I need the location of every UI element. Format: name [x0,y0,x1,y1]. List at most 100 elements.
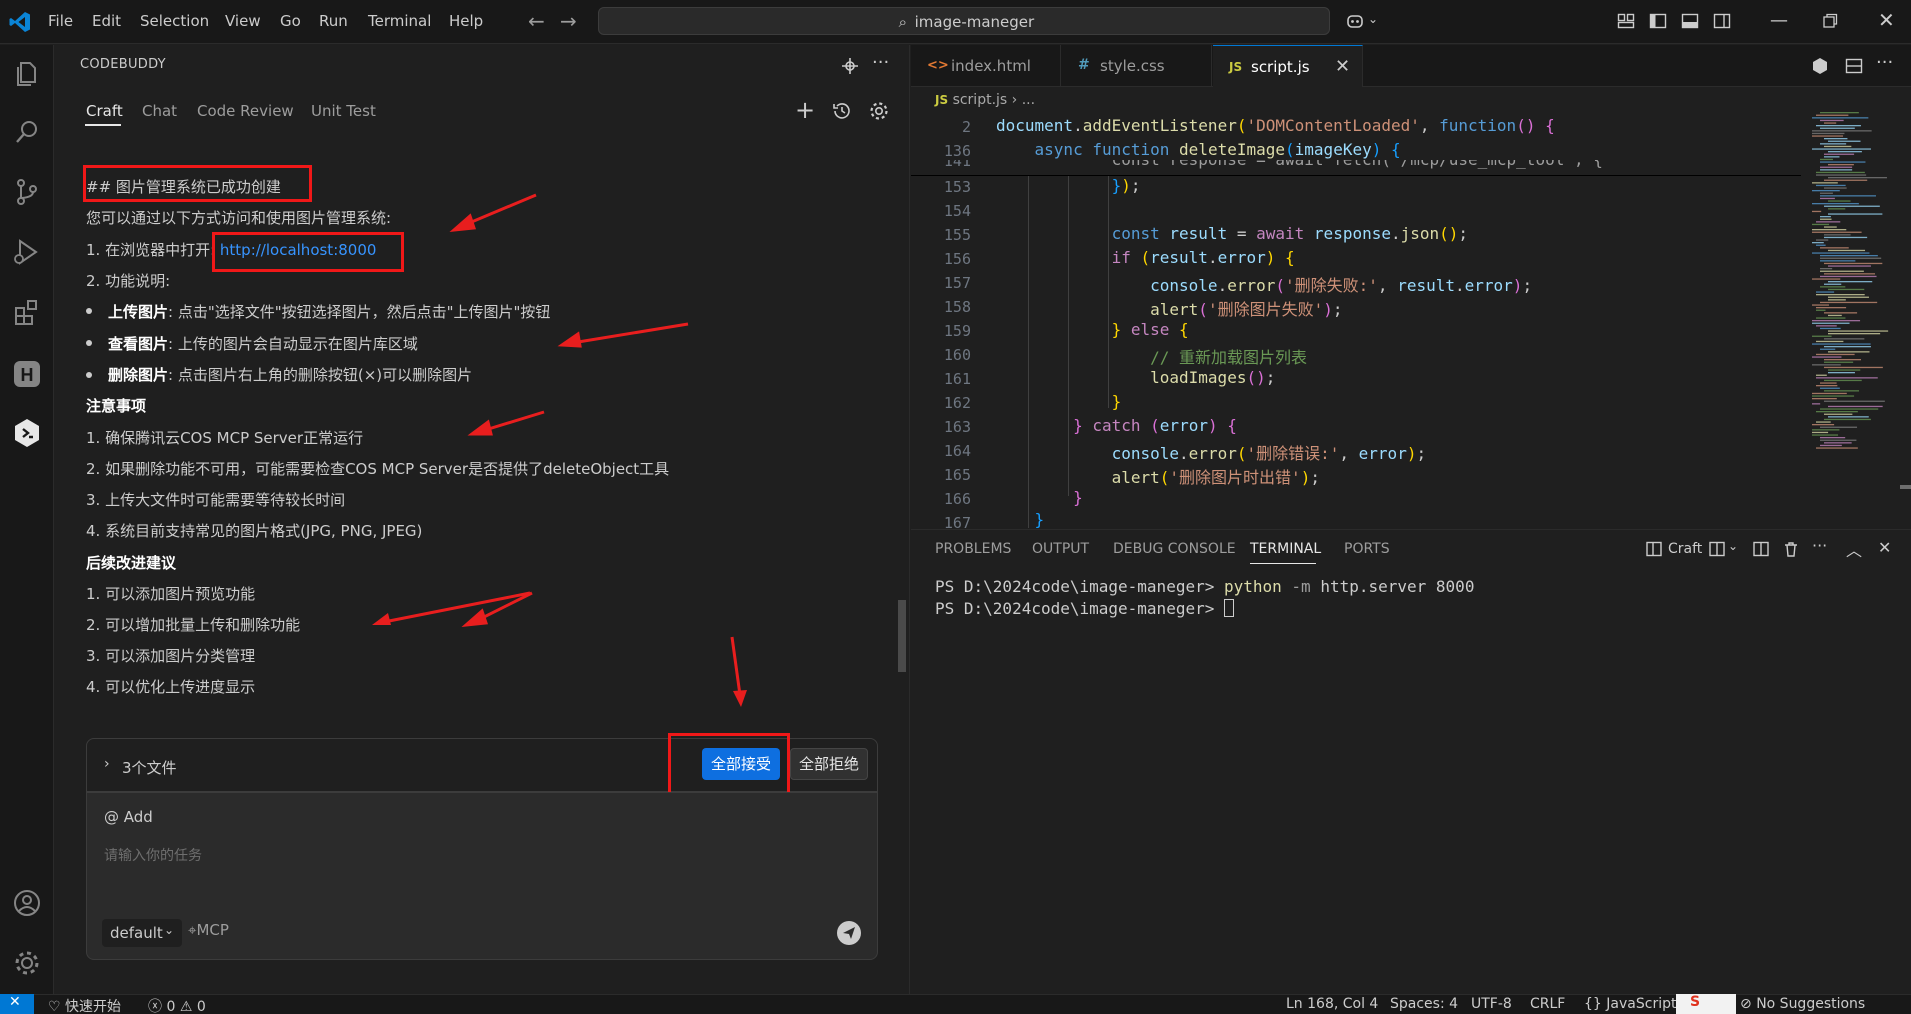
more-actions-icon[interactable]: ··· [872,52,889,73]
toggle-primary-sidebar-icon[interactable] [1648,11,1668,31]
extension-move-icon[interactable] [840,56,860,76]
chevron-right-icon[interactable]: › [104,756,110,772]
terminal-icon [1646,541,1662,557]
mcp-button[interactable]: ⌖MCP [188,921,229,939]
minimap-line [1828,213,1883,215]
add-context-button[interactable]: @ Add [104,808,153,826]
chat-input-placeholder[interactable]: 请输入你的任务 [104,845,202,865]
minimap-line [1820,439,1857,441]
copilot-icon[interactable] [1345,11,1365,31]
copilot-chevron-down-icon[interactable]: ⌄ [1368,12,1378,26]
history-icon[interactable] [831,100,853,122]
status-cursor-position[interactable]: Ln 168, Col 4 [1286,996,1378,1012]
run-debug-icon[interactable] [10,235,44,269]
back-arrow-icon[interactable]: ← [528,9,545,33]
status-problems[interactable]: ⓧ 0 ⚠ 0 [148,996,206,1014]
tab-debug-console[interactable]: DEBUG CONSOLE [1113,541,1236,557]
explorer-icon[interactable] [10,57,44,91]
settings-gear-icon[interactable] [10,946,44,980]
settings-icon[interactable] [868,100,890,122]
status-encoding[interactable]: UTF-8 [1471,996,1512,1012]
h-extension-icon[interactable]: H [10,357,44,391]
status-suggestions[interactable]: ⊘ No Suggestions [1740,996,1865,1012]
close-window-icon[interactable]: ✕ [1878,8,1895,32]
trash-icon[interactable] [1782,540,1800,558]
active-tab-indicator [85,124,121,126]
sogou-ime-icon: S [1690,994,1701,1010]
minimap-line [1828,265,1871,267]
send-icon[interactable] [837,921,861,945]
minimap[interactable] [1810,112,1900,452]
tab-craft[interactable]: Craft [86,102,123,120]
annotation-arrow-improve [372,591,531,625]
remote-indicator[interactable]: ✕ [0,994,34,1014]
maximize-panel-icon[interactable]: ︿ [1846,537,1862,561]
tab-ports[interactable]: PORTS [1344,541,1390,557]
toggle-secondary-sidebar-icon[interactable] [1712,11,1732,31]
status-language[interactable]: {} JavaScript [1584,996,1676,1012]
minimap-line [1816,291,1835,293]
minimap-line [1816,309,1826,311]
menu-go[interactable]: Go [280,12,301,30]
tab-problems[interactable]: PROBLEMS [935,541,1011,557]
tab-index-html[interactable]: <> index.html [911,45,1061,87]
vscode-logo-icon[interactable] [8,10,32,34]
menu-selection[interactable]: Selection [140,12,209,30]
improve-item: 3. 可以添加图片分类管理 [86,647,256,665]
tab-style-css[interactable]: # style.css [1062,45,1212,87]
minimap-line [1824,187,1847,189]
note-item: 1. 确保腾讯云COS MCP Server正常运行 [86,429,364,447]
forward-arrow-icon[interactable]: → [560,9,577,33]
tab-terminal[interactable]: TERMINAL [1250,541,1321,557]
menu-file[interactable]: File [48,12,73,30]
minimap-line [1824,338,1865,340]
source-control-icon[interactable] [10,175,44,209]
code-line: if (result.error) { [1111,248,1295,267]
terminal-area[interactable] [935,625,1895,975]
menu-edit[interactable]: Edit [92,12,121,30]
code-line: } catch (error) { [1073,416,1237,435]
restore-icon[interactable] [1820,11,1840,31]
close-panel-icon[interactable]: ✕ [1878,538,1891,557]
editor-more-icon[interactable]: ··· [1876,52,1893,73]
minimize-icon[interactable]: — [1770,10,1788,31]
extensions-icon[interactable] [10,295,44,329]
customize-layout-icon[interactable] [1616,11,1636,31]
status-indentation[interactable]: Spaces: 4 [1390,996,1458,1012]
codebuddy-editor-action-icon[interactable] [1810,56,1830,76]
menu-help[interactable]: Help [449,12,483,30]
chat-scrollbar[interactable] [898,600,906,672]
tab-chat[interactable]: Chat [142,102,177,120]
status-eol[interactable]: CRLF [1530,996,1565,1012]
menu-view[interactable]: View [225,12,261,30]
tab-output[interactable]: OUTPUT [1032,541,1089,557]
chevron-down-icon[interactable]: ⌄ [1728,539,1738,553]
terminal-line: PS D:\2024code\image-maneger> python -m … [935,577,1475,596]
editor-scrollbar[interactable] [1900,112,1911,528]
files-count-label[interactable]: 3个文件 [122,757,177,778]
menu-run[interactable]: Run [319,12,348,30]
new-chat-plus-icon[interactable]: + [795,96,815,124]
split-terminal-icon[interactable] [1708,540,1726,558]
mode-select[interactable]: default ⌄ [102,919,182,947]
panel-more-icon[interactable]: ··· [1812,536,1827,555]
reject-all-button[interactable]: 全部拒绝 [790,748,868,780]
account-icon[interactable] [10,886,44,920]
split-editor-icon[interactable] [1844,56,1864,76]
breadcrumb[interactable]: JS script.js › ... [935,92,1035,108]
terminal-instance-name[interactable]: Craft [1668,541,1702,557]
tab-unit-test[interactable]: Unit Test [311,102,376,120]
codebuddy-icon[interactable] [10,416,44,450]
code-line: }); [1111,176,1141,195]
search-icon[interactable] [10,115,44,149]
toggle-panel-icon[interactable] [1680,11,1700,31]
command-center-search[interactable]: ⌕ image-maneger [598,7,1330,35]
close-tab-icon[interactable]: ✕ [1335,56,1350,77]
minimap-line [1820,166,1853,168]
panel-layout-icon[interactable] [1752,540,1770,558]
menu-terminal[interactable]: Terminal [368,12,431,30]
tab-script-js[interactable]: JS script.js ✕ [1213,45,1363,87]
ime-toolbar[interactable]: S [1676,994,1736,1014]
tab-code-review[interactable]: Code Review [197,102,294,120]
status-quick-start[interactable]: ♡ 快速开始 [48,996,121,1014]
